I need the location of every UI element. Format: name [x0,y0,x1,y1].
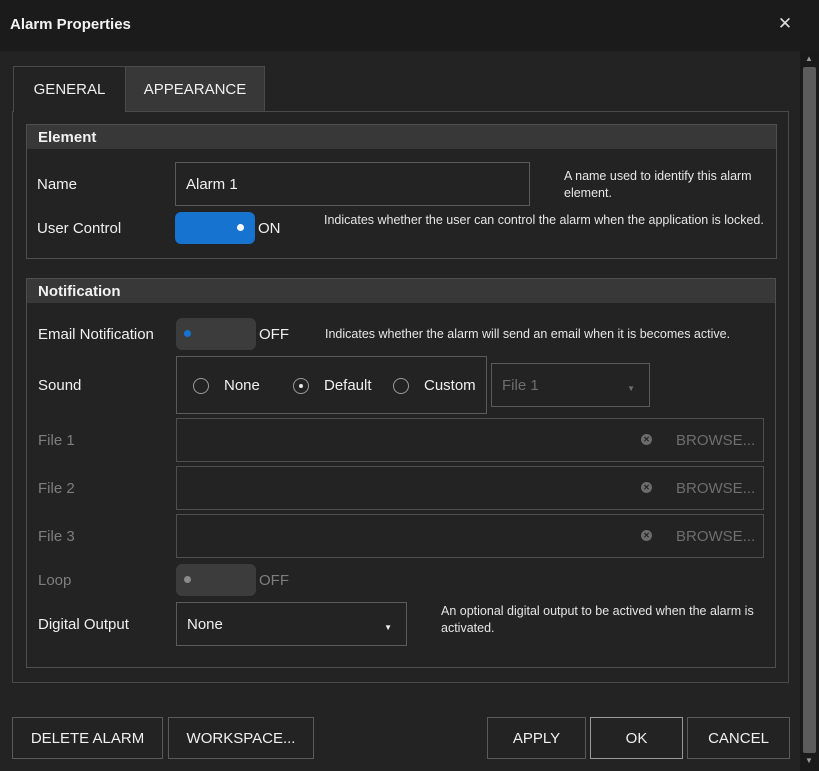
user-control-toggle[interactable] [175,212,255,244]
file-3-browse-button[interactable]: BROWSE... [676,528,755,545]
digital-output-description: An optional digital output to be actived… [441,604,754,635]
clear-circle-icon[interactable]: ✕ [641,482,652,493]
user-control-state: ON [258,220,281,237]
apply-button[interactable]: APPLY [487,717,586,759]
toggle-knob [184,330,191,337]
sound-radio-default[interactable]: Default [293,377,372,394]
clear-circle-icon[interactable]: ✕ [641,434,652,445]
window-title: Alarm Properties [10,16,131,33]
loop-label: Loop [38,572,72,589]
tab-appearance[interactable]: APPEARANCE [125,66,265,112]
digital-output-label: Digital Output [38,616,129,633]
toggle-knob [184,576,191,583]
file-2-field[interactable]: ✕ BROWSE... [176,466,764,510]
user-control-label: User Control [37,220,122,237]
notification-group-header: Notification [27,279,775,303]
toggle-knob [237,224,244,231]
email-notification-description: Indicates whether the alarm will send an… [325,327,731,341]
sound-label: Sound [38,377,82,394]
file-1-field[interactable]: ✕ BROWSE... [176,418,764,462]
sound-radio-custom-label: Custom [424,377,476,394]
sound-file-select-value: File 1 [502,377,539,394]
loop-state: OFF [259,572,289,589]
file-1-browse-button[interactable]: BROWSE... [676,432,755,449]
loop-toggle[interactable] [176,564,256,596]
email-notification-toggle[interactable] [176,318,256,350]
cancel-button[interactable]: CANCEL [687,717,790,759]
title-bar: Alarm Properties ✕ [0,0,819,51]
radio-circle-icon [293,377,309,394]
scroll-up-arrow-icon[interactable]: ▲ [805,54,813,63]
scroll-down-arrow-icon[interactable]: ▼ [805,756,813,765]
sound-radio-none[interactable]: None [193,377,260,394]
caret-down-icon: ▼ [627,384,635,393]
email-notification-label: Email Notification [38,326,154,343]
sound-radio-custom[interactable]: Custom [393,377,476,394]
file-1-label: File 1 [38,432,75,449]
file-2-label: File 2 [38,480,75,497]
tab-general[interactable]: GENERAL [13,66,126,112]
radio-circle-icon [193,377,209,394]
name-description: A name used to identify this alarm eleme… [564,169,752,200]
file-3-field[interactable]: ✕ BROWSE... [176,514,764,558]
email-notification-state: OFF [259,326,289,343]
radio-circle-icon [393,377,409,394]
element-group-header: Element [27,125,776,149]
file-2-browse-button[interactable]: BROWSE... [676,480,755,497]
user-control-description: Indicates whether the user can control t… [324,213,764,227]
name-input[interactable]: Alarm 1 [175,162,530,206]
digital-output-value: None [187,616,223,633]
close-icon[interactable]: ✕ [776,14,794,34]
ok-button[interactable]: OK [590,717,683,759]
sound-radio-none-label: None [224,377,260,394]
caret-down-icon: ▼ [384,623,392,632]
sound-radio-default-label: Default [324,377,372,394]
scroll-thumb[interactable] [803,67,816,753]
digital-output-select[interactable]: None ▼ [176,602,407,646]
delete-alarm-button[interactable]: DELETE ALARM [12,717,163,759]
name-label: Name [37,176,78,193]
workspace-button[interactable]: WORKSPACE... [168,717,314,759]
sound-file-select[interactable]: File 1 ▼ [491,363,650,407]
file-3-label: File 3 [38,528,75,545]
clear-circle-icon[interactable]: ✕ [641,530,652,541]
